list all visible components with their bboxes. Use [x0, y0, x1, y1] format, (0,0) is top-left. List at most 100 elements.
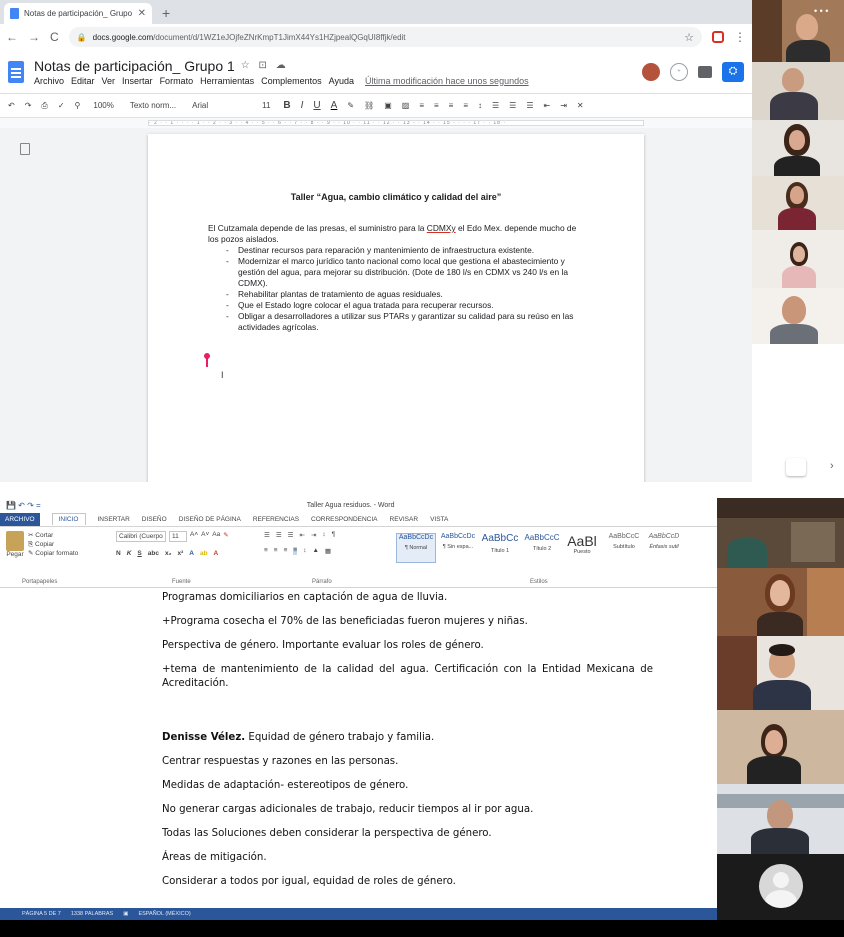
browser-menu-icon[interactable]: ⋮	[734, 30, 746, 44]
underline-button[interactable]: S	[137, 550, 141, 557]
close-icon[interactable]: ✕	[138, 8, 146, 19]
style-titulo-2[interactable]: AaBbCcC Título 2	[522, 533, 562, 563]
docs-logo-icon[interactable]	[8, 60, 24, 83]
tab-inicio[interactable]: INICIO	[51, 513, 86, 525]
menu-ver[interactable]: Ver	[102, 76, 116, 86]
video-tile-participant-1[interactable]: • • •	[752, 0, 844, 62]
tab-insertar[interactable]: INSERTAR	[98, 516, 130, 523]
highlight-icon[interactable]: ab	[200, 550, 208, 557]
spellcheck-icon[interactable]: ✓	[58, 101, 65, 110]
link-icon[interactable]: ⛓	[364, 101, 374, 110]
clear-format-icon[interactable]: ✕	[577, 101, 584, 110]
borders-icon[interactable]: ▦	[325, 547, 331, 555]
font-size-select[interactable]: 11	[169, 531, 187, 542]
outdent-icon[interactable]: ⇥	[560, 101, 567, 110]
video-tile-no-camera[interactable]	[717, 854, 844, 920]
menu-ayuda[interactable]: Ayuda	[329, 76, 354, 86]
strikethrough-button[interactable]: abc	[148, 550, 159, 557]
address-bar[interactable]: 🔒 docs.google.com/document/d/1WZ1eJOjfeZ…	[68, 27, 702, 47]
style-select[interactable]: Texto norm...	[127, 100, 179, 111]
align-center-icon[interactable]: ≡	[434, 101, 439, 110]
docs-page[interactable]: Taller “Agua, cambio climático y calidad…	[148, 134, 644, 482]
video-tile-participant-7[interactable]	[717, 498, 844, 568]
style-puesto[interactable]: AaBl Puesto	[562, 533, 602, 563]
justify-icon[interactable]: ≡	[293, 547, 298, 555]
bold-button[interactable]: B	[283, 100, 290, 111]
underline-button[interactable]: U	[313, 100, 320, 111]
subscript-button[interactable]: x₂	[165, 550, 172, 557]
video-tile-participant-2[interactable]	[752, 62, 844, 120]
copy-button[interactable]: ⎘ Copiar	[28, 540, 78, 549]
tab-vista[interactable]: VISTA	[430, 516, 448, 523]
menu-archivo[interactable]: Archivo	[34, 76, 64, 86]
indent-icon[interactable]: ⇤	[544, 101, 551, 110]
redo-icon[interactable]: ↷	[25, 101, 32, 110]
highlight-icon[interactable]: ✎	[347, 101, 354, 110]
italic-button[interactable]: K	[127, 550, 132, 557]
grow-font-icon[interactable]: A˄	[190, 531, 198, 542]
menu-complementos[interactable]: Complementos	[261, 76, 322, 86]
font-select[interactable]: Arial	[189, 100, 249, 111]
menu-herramientas[interactable]: Herramientas	[200, 76, 254, 86]
proofing-icon[interactable]: ▣	[123, 911, 128, 917]
align-right-icon[interactable]: ≡	[284, 547, 288, 555]
video-tile-participant-4[interactable]	[752, 176, 844, 230]
docs-ruler[interactable]: · 2 · · 1 · · · · 1 · · 2 · · 3 · · 4 · …	[0, 118, 752, 128]
menu-formato[interactable]: Formato	[160, 76, 194, 86]
multilevel-icon[interactable]: ☰	[288, 531, 294, 539]
forward-icon[interactable]: →	[28, 30, 40, 44]
language[interactable]: ESPAÑOL (MÉXICO)	[138, 911, 190, 917]
undo-icon[interactable]: ↶	[8, 101, 15, 110]
tab-correspondencia[interactable]: CORRESPONDENCIA	[311, 516, 377, 523]
comment-add-icon[interactable]: ▣	[384, 101, 392, 110]
page-count[interactable]: PÁGINA 5 DE 7	[22, 911, 61, 917]
numbered-list-icon[interactable]: ☰	[526, 101, 533, 110]
clear-format-icon[interactable]: ✎	[223, 531, 228, 542]
style-titulo-1[interactable]: AaBbCc Título 1	[480, 533, 520, 563]
bookmark-star-icon[interactable]: ☆	[684, 31, 694, 44]
align-left-icon[interactable]: ≡	[419, 101, 424, 110]
paint-format-icon[interactable]: ⚲	[75, 101, 81, 110]
line-spacing-icon[interactable]: ↕	[303, 547, 306, 555]
video-tile-participant-8[interactable]	[717, 568, 844, 636]
shrink-font-icon[interactable]: A˅	[201, 531, 209, 542]
style-normal[interactable]: AaBbCcDc ¶ Normal	[396, 533, 436, 563]
collaborators-badge[interactable]: ⁺	[670, 62, 688, 81]
checklist-icon[interactable]: ☰	[492, 101, 499, 110]
numbering-icon[interactable]: ☰	[276, 531, 282, 539]
new-tab-button[interactable]: +	[152, 5, 180, 24]
decrease-indent-icon[interactable]: ⇤	[299, 531, 304, 539]
document-outline-icon[interactable]	[20, 143, 30, 155]
tab-revisar[interactable]: REVISAR	[390, 516, 419, 523]
menu-insertar[interactable]: Insertar	[122, 76, 153, 86]
font-name-select[interactable]: Calibri (Cuerpo	[116, 531, 166, 542]
tab-archivo[interactable]: ARCHIVO	[0, 512, 40, 526]
browser-tab[interactable]: Notas de participación_ Grupo 1 ✕	[4, 3, 152, 24]
align-justify-icon[interactable]: ≡	[463, 101, 468, 110]
quick-access-toolbar[interactable]: 💾 ↶ ↷ =	[6, 501, 41, 510]
change-case-icon[interactable]: Aa	[212, 531, 220, 542]
more-options-icon[interactable]: • • •	[814, 6, 828, 16]
zoom-select[interactable]: 100%	[90, 100, 116, 111]
style-sin-espaciado[interactable]: AaBbCcDc ¶ Sin espa...	[438, 533, 478, 563]
explore-button[interactable]	[786, 458, 806, 476]
align-right-icon[interactable]: ≡	[449, 101, 454, 110]
collaborator-avatar[interactable]	[642, 62, 660, 81]
style-enfasis-sutil[interactable]: AaBbCcD Énfasis sutil	[644, 533, 684, 563]
align-center-icon[interactable]: ≡	[274, 547, 278, 555]
menu-editar[interactable]: Editar	[71, 76, 95, 86]
bullets-icon[interactable]: ☰	[264, 531, 270, 539]
font-color-icon[interactable]: A	[214, 550, 219, 557]
tab-referencias[interactable]: REFERENCIAS	[253, 516, 299, 523]
video-tile-participant-3[interactable]	[752, 120, 844, 176]
text-effects-icon[interactable]: A	[189, 550, 194, 557]
share-button[interactable]: ⛭	[722, 61, 744, 82]
extension-icon[interactable]	[712, 31, 724, 43]
word-document-page[interactable]: Programas domiciliarios en captación de …	[0, 590, 717, 908]
style-subtitulo[interactable]: AaBbCcC Subtítulo	[604, 533, 644, 563]
tab-diseno-pagina[interactable]: DISEÑO DE PÁGINA	[179, 516, 241, 523]
back-icon[interactable]: ←	[6, 30, 18, 44]
reload-icon[interactable]: C	[50, 30, 59, 44]
last-edit-link[interactable]: Última modificación hace unos segundos	[365, 76, 529, 86]
document-title[interactable]: Notas de participación_ Grupo 1	[34, 58, 235, 74]
